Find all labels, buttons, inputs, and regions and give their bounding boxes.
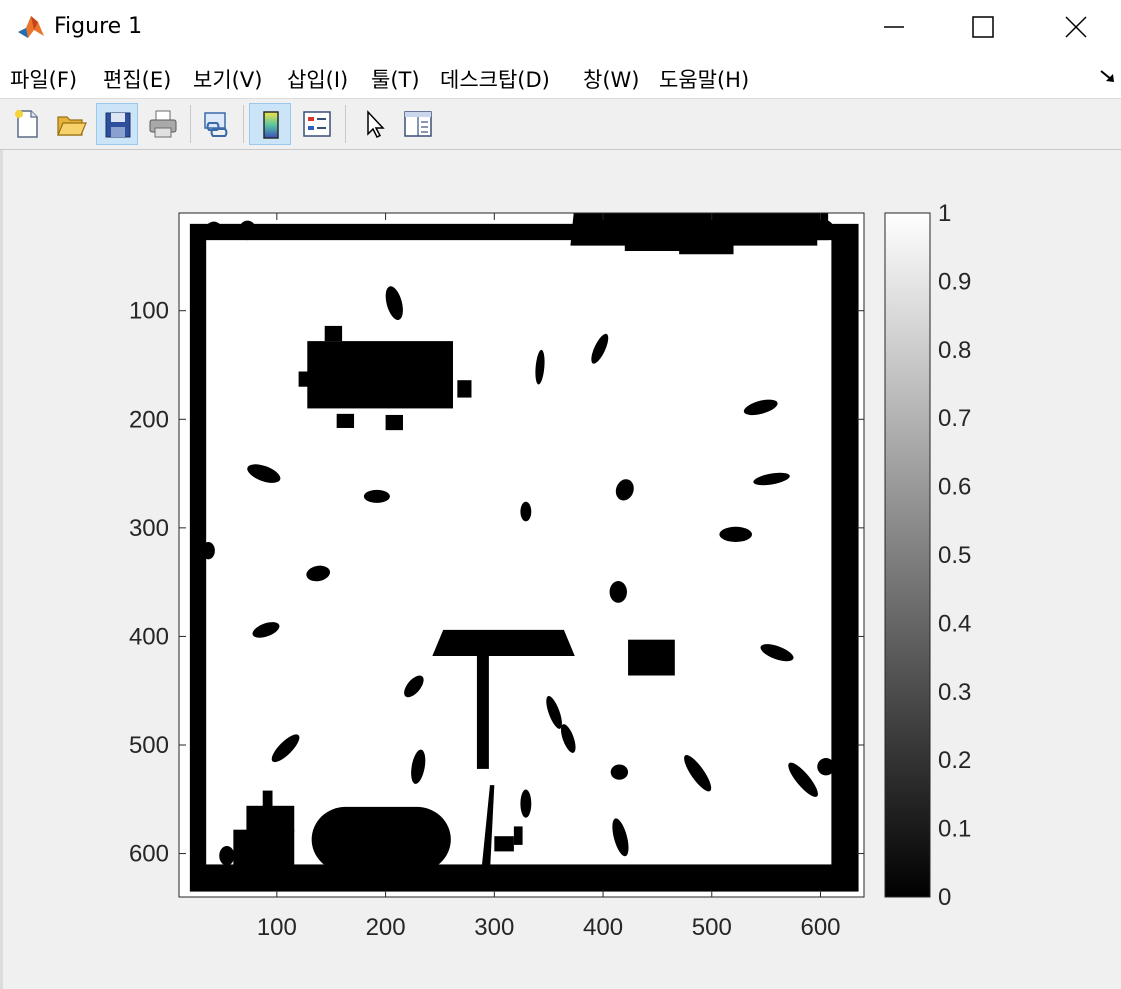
colorbar-tick-label: 0.6 bbox=[938, 474, 971, 501]
maximize-button[interactable] bbox=[952, 0, 1014, 56]
obstacle-chair bbox=[457, 380, 472, 398]
new-figure-button[interactable] bbox=[6, 103, 48, 145]
new-figure-icon bbox=[15, 110, 38, 138]
colorbar-tick-label: 0.8 bbox=[938, 337, 971, 364]
menu-file[interactable]: 파일(F) bbox=[10, 64, 77, 94]
obstacle-t-stem bbox=[476, 655, 489, 769]
y-tick-label: 300 bbox=[129, 515, 169, 542]
toolbar-separator bbox=[243, 105, 244, 143]
dock-arrow-icon[interactable] bbox=[1098, 66, 1118, 86]
menu-view[interactable]: 보기(V) bbox=[193, 64, 262, 94]
colorbar-tick-label: 1 bbox=[938, 200, 951, 227]
menu-help[interactable]: 도움말(H) bbox=[659, 64, 749, 94]
x-tick-label: 300 bbox=[474, 914, 514, 941]
obstacle-block bbox=[233, 829, 295, 876]
legend-button[interactable] bbox=[296, 103, 338, 145]
obstacle-chair bbox=[336, 413, 355, 428]
edit-plot-button[interactable] bbox=[353, 103, 395, 145]
colorbar-button[interactable] bbox=[249, 103, 291, 145]
title-bar: Figure 1 bbox=[0, 0, 1121, 56]
minimize-button[interactable] bbox=[862, 0, 924, 56]
x-tick-label: 200 bbox=[366, 914, 406, 941]
colorbar-icon bbox=[263, 111, 279, 139]
y-tick-label: 600 bbox=[129, 841, 169, 868]
colorbar-tick-label: 0.5 bbox=[938, 542, 971, 569]
menu-tools[interactable]: 툴(T) bbox=[371, 64, 420, 94]
y-tick-label: 100 bbox=[129, 298, 169, 325]
maximize-icon bbox=[972, 16, 994, 38]
link-plot-button[interactable] bbox=[196, 103, 238, 145]
colorbar[interactable] bbox=[884, 212, 931, 898]
toolbar-separator bbox=[345, 105, 346, 143]
obstacle-block bbox=[246, 805, 295, 832]
obstacle-object bbox=[811, 219, 834, 237]
legend-icon bbox=[303, 111, 331, 137]
obstacle-chair bbox=[385, 414, 403, 431]
link-plot-icon bbox=[204, 112, 228, 137]
colorbar-tick-label: 0.3 bbox=[938, 679, 971, 706]
x-tick-label: 400 bbox=[583, 914, 623, 941]
toolbar-separator bbox=[190, 105, 191, 143]
occupancy-map-image[interactable] bbox=[179, 213, 864, 897]
menu-edit[interactable]: 편집(E) bbox=[103, 64, 171, 94]
obstacle-chair bbox=[324, 325, 343, 342]
obstacle-object bbox=[238, 220, 257, 241]
open-file-icon bbox=[57, 116, 87, 136]
obstacle-box bbox=[628, 639, 675, 676]
y-tick-label: 200 bbox=[129, 406, 169, 433]
obstacle-object bbox=[817, 758, 835, 776]
free-interior bbox=[206, 240, 832, 865]
colorbar-tick-label: 0.7 bbox=[938, 405, 971, 432]
menu-bar: 파일(F) 편집(E) 보기(V) 삽입(I) 툴(T) 데스크탑(D) 창(W… bbox=[0, 56, 1121, 99]
obstacle-object bbox=[201, 541, 215, 560]
obstacle-object bbox=[609, 581, 627, 603]
obstacle-object bbox=[219, 845, 235, 866]
matlab-icon bbox=[16, 12, 46, 42]
colorbar-tick-label: 0.2 bbox=[938, 747, 971, 774]
print-button[interactable] bbox=[142, 103, 184, 145]
window-title: Figure 1 bbox=[54, 14, 143, 39]
menu-insert[interactable]: 삽입(I) bbox=[287, 64, 348, 94]
colorbar-tick-label: 0.4 bbox=[938, 610, 971, 637]
menu-window[interactable]: 창(W) bbox=[583, 64, 639, 94]
obstacle-table bbox=[307, 341, 453, 409]
obstacle-t-top bbox=[432, 629, 575, 656]
x-tick-label: 100 bbox=[257, 914, 297, 941]
x-tick-label: 500 bbox=[692, 914, 732, 941]
obstacle-object bbox=[205, 221, 223, 240]
figure-toolbar bbox=[0, 99, 1121, 150]
obstacle-small bbox=[513, 826, 523, 845]
colorbar-tick-label: 0.1 bbox=[938, 816, 971, 843]
colorbar-tick-label: 0.9 bbox=[938, 268, 971, 295]
property-inspector-button[interactable] bbox=[397, 103, 439, 145]
obstacle-small bbox=[494, 836, 514, 852]
edit-plot-icon bbox=[367, 110, 385, 139]
obstacle-object bbox=[719, 526, 753, 542]
obstacle-object bbox=[363, 489, 390, 503]
save-icon bbox=[105, 112, 131, 138]
close-icon bbox=[1065, 16, 1087, 38]
y-tick-label: 400 bbox=[129, 623, 169, 650]
save-button[interactable] bbox=[96, 103, 138, 145]
close-button[interactable] bbox=[1044, 0, 1106, 56]
y-tick-label: 500 bbox=[129, 732, 169, 759]
menu-desktop[interactable]: 데스크탑(D) bbox=[440, 64, 550, 94]
obstacle-object bbox=[610, 764, 629, 780]
open-file-button[interactable] bbox=[50, 103, 92, 145]
obstacle-object bbox=[520, 501, 532, 522]
figure-canvas: 100 200 300 400 500 600 100 200 300 400 500 600 0 0.1… bbox=[129, 200, 971, 941]
colorbar-tick-label: 0 bbox=[938, 884, 951, 911]
print-icon bbox=[149, 110, 177, 138]
obstacle-object bbox=[520, 789, 532, 818]
obstacle-chair bbox=[298, 371, 319, 387]
minimize-icon bbox=[884, 26, 904, 28]
obstacle-object bbox=[326, 834, 345, 852]
property-inspector-icon bbox=[404, 111, 432, 137]
x-tick-label: 600 bbox=[800, 914, 840, 941]
